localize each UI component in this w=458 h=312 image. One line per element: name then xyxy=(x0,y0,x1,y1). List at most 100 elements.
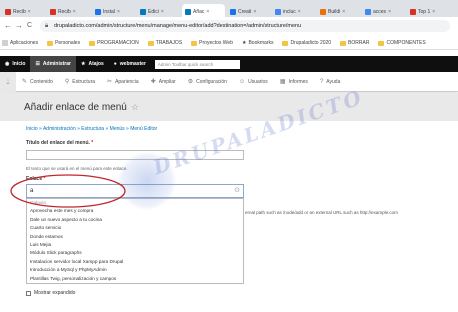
tray-icon: ? xyxy=(319,78,324,85)
browser-tab-bar: Recib × Recib × Instal × Edici × Añac × Creati × inc… xyxy=(0,0,458,20)
tray-label: Contenido xyxy=(30,78,53,85)
drupal-icon: ◉ xyxy=(5,61,10,67)
bookmark-item[interactable]: PROGRAMACION xyxy=(89,40,139,46)
forward-button[interactable]: → xyxy=(15,21,23,31)
inicio-label: Inicio xyxy=(12,61,26,67)
tray-label: Ayuda xyxy=(326,78,341,85)
drop-icon: 💧︎ xyxy=(6,76,10,86)
title-field-label: Título del enlace del menú. * xyxy=(26,140,93,146)
autocomplete-item[interactable]: Módulo Slick paragraphs xyxy=(27,249,243,257)
reload-button[interactable]: C xyxy=(27,21,32,31)
favicon-icon xyxy=(50,9,56,15)
bookmark-item[interactable]: TRABAJOS xyxy=(147,40,182,46)
back-button[interactable]: ← xyxy=(4,21,12,31)
close-tab-icon[interactable]: × xyxy=(253,9,256,15)
bookmark-label: Aplicaciones xyxy=(10,40,39,46)
folder-icon xyxy=(89,40,96,46)
bookmark-label: Drupaladicto 2020 xyxy=(290,40,332,46)
favicon-icon xyxy=(185,9,191,15)
user-label: webmaster xyxy=(119,61,146,67)
favicon-icon xyxy=(275,9,281,15)
tray-item[interactable]: ⚲ Estructura xyxy=(59,72,101,92)
favicon-icon xyxy=(5,9,11,15)
atajos-tab[interactable]: ★ Atajos xyxy=(76,56,109,72)
address-bar[interactable]: 🔒︎ drupaladicto.com/admin/structure/menu… xyxy=(40,20,450,32)
user-icon: ● xyxy=(113,61,117,67)
tray-icon: ▦ xyxy=(279,79,286,85)
tray-item[interactable]: ⚙ Configuración xyxy=(182,72,233,92)
close-tab-icon[interactable]: × xyxy=(161,9,164,15)
autocomplete-item[interactable]: Dale un nuevo aspecto a tu cocina xyxy=(27,216,243,224)
tab-label: Añac xyxy=(193,9,205,15)
apps-icon xyxy=(2,40,8,46)
tray-item[interactable]: ☺ Usuarios xyxy=(233,72,274,92)
shortcut-star-icon[interactable]: ☆ xyxy=(131,102,139,112)
user-tab[interactable]: ● webmaster xyxy=(109,56,151,72)
folder-icon xyxy=(340,40,347,46)
close-tab-icon[interactable]: × xyxy=(206,9,209,15)
tray-icon: ✎ xyxy=(22,79,28,85)
bookmark-item[interactable]: Drupaladicto 2020 xyxy=(282,40,331,46)
bookmark-label: Bookmarks xyxy=(248,40,274,46)
tray-item[interactable]: ▦ Informes xyxy=(274,72,314,92)
bookmark-item[interactable]: BORRAR xyxy=(340,40,369,46)
page-title: Añadir enlace de menú ☆ xyxy=(24,102,139,113)
autocomplete-item[interactable]: Cuarto servicio xyxy=(27,224,243,232)
close-tab-icon[interactable]: × xyxy=(298,9,301,15)
favicon-icon xyxy=(365,9,371,15)
tab-label: incluc xyxy=(283,9,296,15)
autocomplete-item[interactable]: Plantillas Twig, personalización y campo… xyxy=(27,275,243,283)
url-text: drupaladicto.com/admin/structure/menu/ma… xyxy=(54,23,302,29)
tray-item[interactable]: ✚ Ampliar xyxy=(145,72,182,92)
tab-label: Top 1 xyxy=(418,9,431,15)
autocomplete-item[interactable]: Instalacion servidor local Xampp para Dr… xyxy=(27,258,243,266)
bookmark-item[interactable]: Proyectos Web xyxy=(191,40,233,46)
link-description: ernal path such as /node/add or an exter… xyxy=(245,210,398,215)
tab-label: Recib xyxy=(13,9,26,15)
star-icon: ★ xyxy=(80,61,86,67)
tab-label: Instal xyxy=(103,9,115,15)
menu-icon: ☰ xyxy=(35,61,40,67)
tray-label: Apariencia xyxy=(115,78,139,85)
admin-search-input[interactable]: Admin Toolbar quick search xyxy=(154,59,240,69)
tray-item[interactable]: ? Ayuda xyxy=(314,72,346,92)
show-expanded-checkbox[interactable]: Mostrar expandido xyxy=(26,290,75,296)
folder-icon xyxy=(191,40,198,46)
title-description: El texto que se usará en el menú para es… xyxy=(26,166,128,171)
drupal-logo[interactable]: 💧︎ xyxy=(0,71,16,92)
autocomplete-item[interactable]: Luis Mejia xyxy=(27,241,243,249)
bookmark-item[interactable]: Aplicaciones xyxy=(2,40,38,46)
lock-icon: 🔒︎ xyxy=(45,23,49,29)
tray-item[interactable]: ✎ Contenido xyxy=(16,72,59,92)
bookmark-label: COMPONENTES xyxy=(386,40,426,46)
bookmark-item[interactable]: Personales xyxy=(47,40,80,46)
administrar-tab[interactable]: ☰ Administrar xyxy=(30,56,76,72)
autocomplete-item[interactable]: Donde estamos xyxy=(27,233,243,241)
close-tab-icon[interactable]: × xyxy=(117,9,120,15)
admin-tray: 💧︎ ✎ Contenido ⚲ Estructura ✂ Apariencia ✚ Ampl… xyxy=(0,71,458,92)
close-tab-icon[interactable]: × xyxy=(388,9,391,15)
breadcrumb[interactable]: Inicio » Administración » Estructura » M… xyxy=(26,126,157,132)
inicio-link[interactable]: ◉ Inicio xyxy=(0,56,30,72)
tray-label: Ampliar xyxy=(158,78,176,85)
favicon-icon xyxy=(95,9,101,15)
close-tab-icon[interactable]: × xyxy=(342,9,345,15)
tray-item[interactable]: ✂ Apariencia xyxy=(101,72,145,92)
close-tab-icon[interactable]: × xyxy=(28,9,31,15)
autocomplete-item[interactable]: Introducción a MySql y PhpMyAdmin xyxy=(27,266,243,274)
close-tab-icon[interactable]: × xyxy=(73,9,76,15)
tab-label: Creati xyxy=(238,9,252,15)
tab-label: acces xyxy=(373,9,387,15)
address-row: ← → C 🔒︎ drupaladicto.com/admin/structur… xyxy=(0,17,458,35)
close-tab-icon[interactable]: × xyxy=(432,9,435,15)
title-label-text: Título del enlace del menú. xyxy=(26,140,90,146)
tab-label: Edici xyxy=(148,9,159,15)
required-mark: * xyxy=(91,140,94,146)
checkbox-box[interactable] xyxy=(26,290,31,296)
page-header: Añadir enlace de menú ☆ xyxy=(0,93,458,121)
autocomplete-list: Galaxia Aprovecha este mes y compra Dale u… xyxy=(26,198,244,284)
bookmark-item[interactable]: COMPONENTES xyxy=(378,40,426,46)
bookmark-item[interactable]: ★ Bookmarks xyxy=(242,40,274,46)
tray-icon: ✂ xyxy=(107,79,113,85)
star-icon: ★ xyxy=(241,40,247,46)
